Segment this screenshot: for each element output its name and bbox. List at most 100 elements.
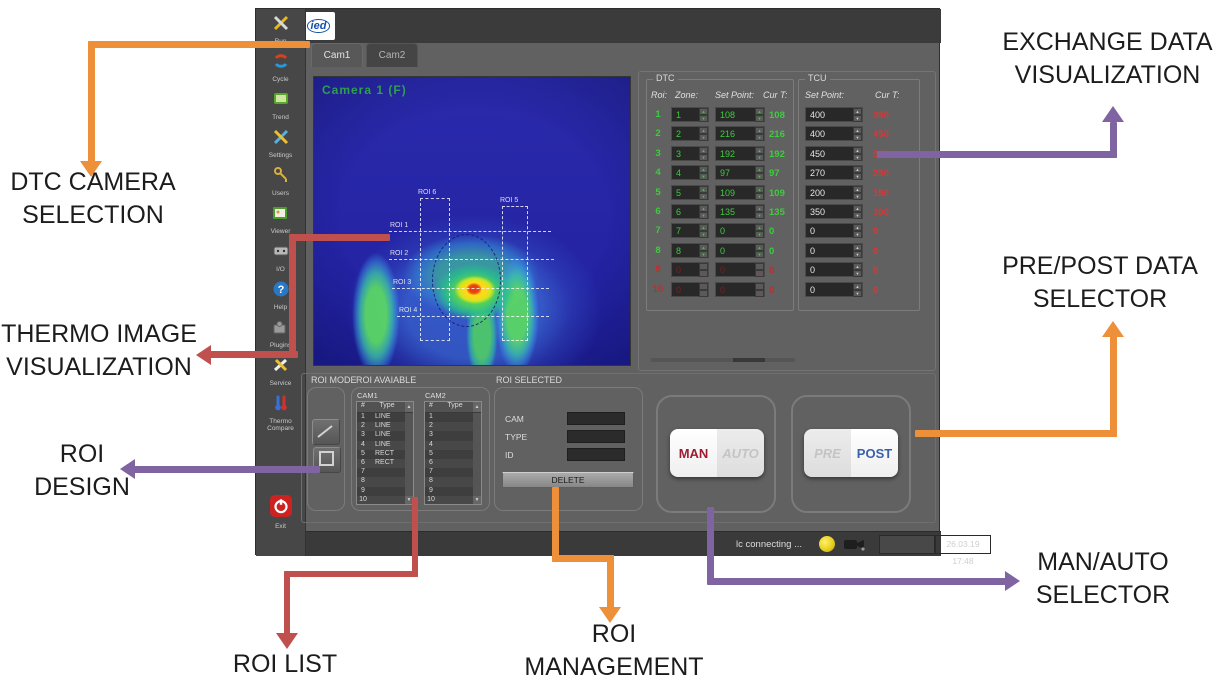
spinner-icon[interactable]: ▲▼ [699,166,708,179]
roi-list-row[interactable]: 1LINE [357,413,413,422]
dtc-zone-input[interactable]: 8▲▼ [671,243,709,258]
scrollbar-thumb[interactable] [733,358,765,362]
roi-list-row[interactable]: 6 [425,459,481,468]
dtc-setpoint-input[interactable]: 109▲▼ [715,185,765,200]
dtc-zone-input[interactable]: 0▲▼ [671,262,709,277]
dtc-zone-input[interactable]: 2▲▼ [671,126,709,141]
roi-list-row[interactable]: 8 [357,477,413,486]
scroll-down-icon[interactable]: ▼ [473,496,481,504]
dtc-horizontal-scrollbar[interactable] [651,358,795,362]
roi-list-row[interactable]: 7 [425,468,481,477]
spinner-icon[interactable]: ▲▼ [853,186,862,199]
dtc-zone-input[interactable]: 6▲▼ [671,204,709,219]
spinner-icon[interactable]: ▲▼ [699,147,708,160]
dtc-setpoint-input[interactable]: 0▲▼ [715,243,765,258]
post-option[interactable]: POST [851,429,898,477]
spinner-icon[interactable]: ▲▼ [699,186,708,199]
dtc-setpoint-input[interactable]: 192▲▼ [715,146,765,161]
spinner-icon[interactable]: ▲▼ [853,205,862,218]
spinner-icon[interactable]: ▲▼ [699,263,708,276]
sidebar-item-cycle[interactable]: Cycle [272,52,290,83]
spinner-icon[interactable]: ▲▼ [699,205,708,218]
delete-button[interactable]: DELETE [502,472,634,488]
spinner-icon[interactable]: ▲▼ [699,244,708,257]
dtc-zone-input[interactable]: 0▲▼ [671,282,709,297]
tcu-setpoint-input[interactable]: 0▲▼ [805,243,863,258]
tcu-setpoint-input[interactable]: 450▲▼ [805,146,863,161]
dtc-setpoint-input[interactable]: 135▲▼ [715,204,765,219]
spinner-icon[interactable]: ▲▼ [853,127,862,140]
sidebar-item-settings[interactable]: Settings [269,128,293,159]
spinner-icon[interactable]: ▲▼ [755,186,764,199]
type-field[interactable] [567,430,625,443]
sidebar-item-plugins[interactable]: Plugins [270,318,291,349]
auto-option[interactable]: AUTO [717,429,764,477]
spinner-icon[interactable]: ▲▼ [755,244,764,257]
tcu-setpoint-input[interactable]: 0▲▼ [805,282,863,297]
cam1-list[interactable]: #Type▲ 1LINE 2LINE 3LINE 4LINE 5RECT 6RE… [356,401,414,505]
sidebar-item-thermo-compare[interactable]: Thermo Compare [256,394,305,432]
roi-list-row[interactable]: 2LINE [357,422,413,431]
sidebar-item-io[interactable]: I/O [272,242,290,273]
spinner-icon[interactable]: ▲▼ [755,205,764,218]
man-auto-switch[interactable]: MAN AUTO [670,429,764,477]
dtc-zone-input[interactable]: 3▲▼ [671,146,709,161]
spinner-icon[interactable]: ▲▼ [755,224,764,237]
roi-list-row[interactable]: 3LINE [357,431,413,440]
spinner-icon[interactable]: ▲▼ [755,127,764,140]
cam-field[interactable] [567,412,625,425]
spinner-icon[interactable]: ▲▼ [699,127,708,140]
roi-list-row[interactable]: 9 [357,487,413,496]
roi-list-row[interactable]: 6RECT [357,459,413,468]
sidebar-item-help[interactable]: ? Help [272,280,290,311]
dtc-setpoint-input[interactable]: 0▲▼ [715,223,765,238]
dtc-setpoint-input[interactable]: 0▲▼ [715,262,765,277]
roi-list-row[interactable]: 4 [425,441,481,450]
dtc-setpoint-input[interactable]: 97▲▼ [715,165,765,180]
spinner-icon[interactable]: ▲▼ [853,283,862,296]
tab-cam2[interactable]: Cam2 [366,43,418,67]
roi-list-row[interactable]: 2 [425,422,481,431]
tcu-setpoint-input[interactable]: 200▲▼ [805,185,863,200]
dtc-zone-input[interactable]: 1▲▼ [671,107,709,122]
spinner-icon[interactable]: ▲▼ [853,263,862,276]
thermal-image-view[interactable]: Camera 1 (F) ROI 6 ROI 5 ROI 1 ROI 2 ROI… [313,76,631,366]
pre-option[interactable]: PRE [804,429,851,477]
tcu-setpoint-input[interactable]: 400▲▼ [805,126,863,141]
sidebar-item-trend[interactable]: Trend [272,90,290,121]
spinner-icon[interactable]: ▲▼ [853,166,862,179]
scroll-up-icon[interactable]: ▲ [405,402,413,412]
roi-list-row[interactable]: 1 [425,413,481,422]
roi-list-row[interactable]: 4LINE [357,441,413,450]
spinner-icon[interactable]: ▲▼ [755,263,764,276]
roi-list-row[interactable]: 8 [425,477,481,486]
dtc-setpoint-input[interactable]: 216▲▼ [715,126,765,141]
tcu-setpoint-input[interactable]: 400▲▼ [805,107,863,122]
tcu-setpoint-input[interactable]: 0▲▼ [805,223,863,238]
dtc-zone-input[interactable]: 7▲▼ [671,223,709,238]
roi-line-tool-button[interactable] [312,419,340,445]
scroll-up-icon[interactable]: ▲ [473,402,481,412]
roi-rect-5[interactable] [502,206,528,341]
roi-list-row[interactable]: 5RECT [357,450,413,459]
dtc-zone-input[interactable]: 4▲▼ [671,165,709,180]
pre-post-switch[interactable]: PRE POST [804,429,898,477]
roi-list-row[interactable]: 7 [357,468,413,477]
id-field[interactable] [567,448,625,461]
tcu-setpoint-input[interactable]: 270▲▼ [805,165,863,180]
spinner-icon[interactable]: ▲▼ [699,224,708,237]
roi-list-row[interactable]: 9 [425,487,481,496]
spinner-icon[interactable]: ▲▼ [853,108,862,121]
roi-list-row[interactable]: 5 [425,450,481,459]
roi-line-1[interactable] [389,231,551,232]
sidebar-item-exit[interactable]: Exit [270,495,292,530]
dtc-setpoint-input[interactable]: 0▲▼ [715,282,765,297]
spinner-icon[interactable]: ▲▼ [755,166,764,179]
man-option[interactable]: MAN [670,429,717,477]
spinner-icon[interactable]: ▲▼ [853,224,862,237]
dtc-zone-input[interactable]: 5▲▼ [671,185,709,200]
tcu-setpoint-input[interactable]: 350▲▼ [805,204,863,219]
spinner-icon[interactable]: ▲▼ [699,108,708,121]
spinner-icon[interactable]: ▲▼ [699,283,708,296]
dtc-setpoint-input[interactable]: 108▲▼ [715,107,765,122]
